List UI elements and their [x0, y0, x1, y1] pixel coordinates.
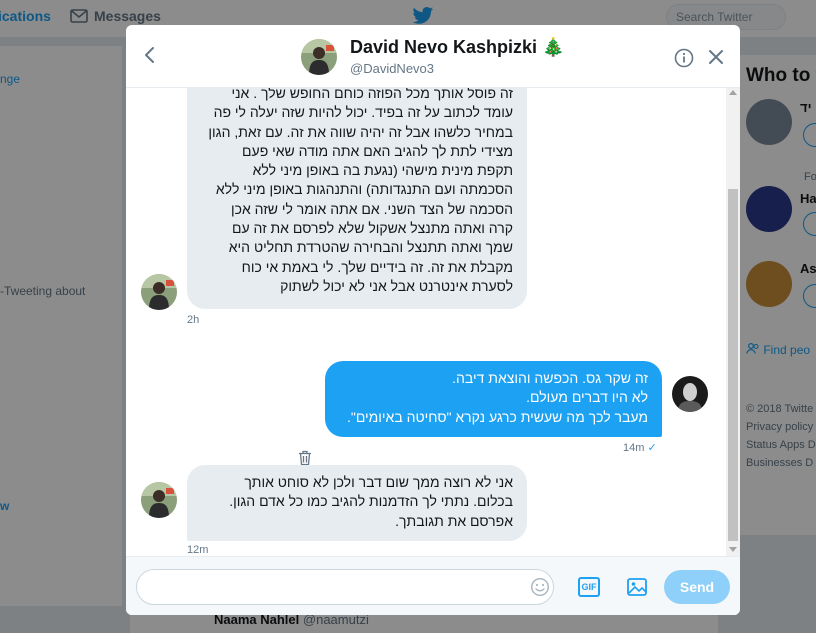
message-timestamp-sent: 14m ✓	[623, 441, 657, 454]
contact-name[interactable]: David Nevo Kashpizki 🎄	[350, 37, 564, 58]
message-timestamp: 2h	[187, 314, 200, 326]
message-input[interactable]	[136, 569, 554, 605]
message-list: זה פוסל אותך מכל הפוזה כוחם החופש שלך . …	[126, 88, 726, 556]
delete-trash-icon[interactable]	[298, 450, 312, 466]
gif-button[interactable]: GIF	[578, 577, 600, 597]
message-composer: GIF Send	[126, 556, 740, 615]
read-check-icon: ✓	[647, 442, 657, 454]
message-bubble-received[interactable]: אני לא רוצה ממך שום דבר ולכן לא סוחט אות…	[187, 465, 527, 541]
close-icon[interactable]	[708, 49, 724, 65]
scrollbar[interactable]	[726, 88, 740, 556]
avatar[interactable]	[301, 39, 337, 75]
back-arrow-icon[interactable]	[140, 45, 160, 65]
avatar[interactable]	[672, 376, 708, 412]
message-timestamp: 12m	[187, 544, 209, 556]
message-timestamp: 14m	[623, 442, 645, 454]
image-icon[interactable]	[626, 576, 648, 598]
send-button[interactable]: Send	[664, 570, 730, 604]
conversation-header: David Nevo Kashpizki 🎄 @DavidNevo3	[126, 25, 740, 88]
scroll-up-arrow[interactable]	[729, 90, 737, 95]
info-icon[interactable]	[674, 48, 694, 68]
contact-handle[interactable]: @DavidNevo3	[350, 61, 434, 76]
avatar[interactable]	[141, 482, 177, 518]
message-bubble-sent[interactable]: זה שקר גס. הכפשה והוצאת דיבה. לא היו דבר…	[325, 361, 662, 437]
scroll-thumb[interactable]	[728, 189, 738, 541]
avatar[interactable]	[141, 274, 177, 310]
dm-conversation-modal: David Nevo Kashpizki 🎄 @DavidNevo3 זה פו…	[126, 25, 740, 615]
emoji-icon[interactable]	[530, 577, 550, 597]
scroll-down-arrow[interactable]	[729, 547, 737, 552]
message-bubble-received[interactable]: זה פוסל אותך מכל הפוזה כוחם החופש שלך . …	[187, 88, 527, 309]
